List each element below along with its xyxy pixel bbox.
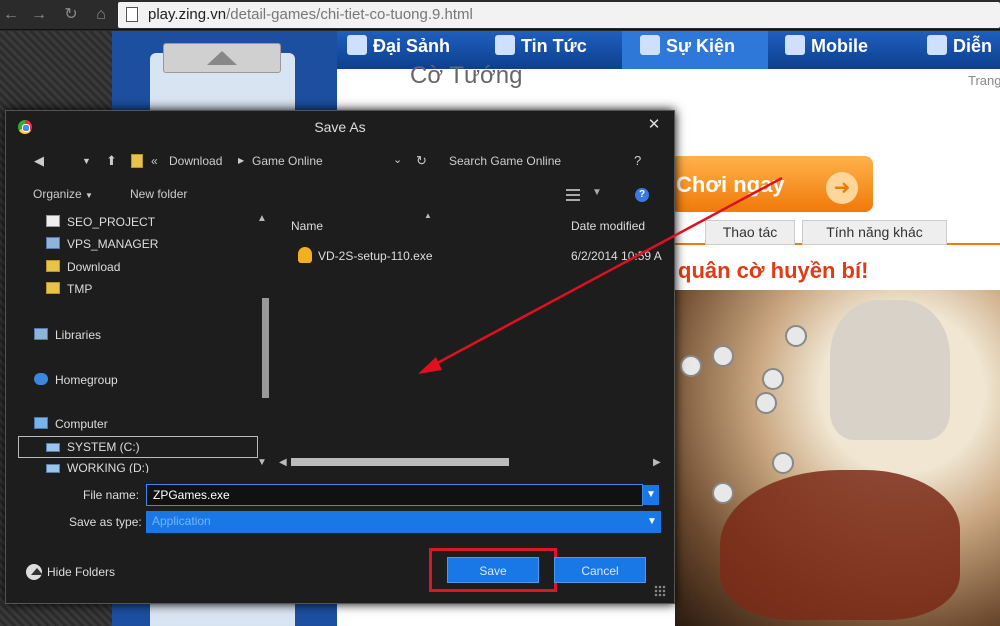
save-as-dialog: Save As ✕ ◀ ▼ ⬆ « Download ▶ Game Online… xyxy=(5,110,675,604)
search-input[interactable]: Search Game Online xyxy=(449,154,561,168)
chevron-down-icon: ▼ xyxy=(85,191,93,200)
play-now-label: Chơi ngay xyxy=(676,172,785,197)
breadcrumb-overflow[interactable]: « xyxy=(151,154,158,168)
scroll-left-icon[interactable]: ◀ xyxy=(279,457,287,468)
scroll-up-icon[interactable]: ▲ xyxy=(257,213,267,224)
dialog-titlebar[interactable]: Save As ✕ xyxy=(6,111,674,143)
recent-dropdown-icon[interactable]: ▼ xyxy=(82,156,91,166)
game-title: Cờ Tướng xyxy=(410,62,523,89)
home-icon[interactable]: ⌂ xyxy=(92,6,110,24)
drive-icon xyxy=(46,464,60,473)
resize-grip[interactable] xyxy=(654,585,666,597)
chat-icon xyxy=(927,35,947,55)
nav-item-libraries[interactable]: Libraries xyxy=(34,328,101,346)
back-icon[interactable]: ← xyxy=(2,6,20,24)
news-icon xyxy=(495,35,515,55)
hscroll-thumb[interactable] xyxy=(291,458,509,466)
search-help[interactable]: ? xyxy=(634,153,641,168)
chevron-down-icon[interactable]: ▼ xyxy=(644,512,660,532)
hide-folders-button[interactable]: Hide Folders xyxy=(26,564,115,580)
folder-white-icon xyxy=(46,215,60,227)
homegroup-icon xyxy=(34,373,48,385)
chevron-down-icon[interactable]: ▼ xyxy=(643,485,659,505)
browser-toolbar: ← → ↻ ⌂ play.zing.vn/detail-games/chi-ti… xyxy=(0,0,1000,30)
nav-item-homegroup[interactable]: Homegroup xyxy=(34,373,118,391)
tab-tinh-nang-khac[interactable]: Tính năng khác xyxy=(802,220,947,245)
page-icon xyxy=(126,7,138,22)
folder-icon xyxy=(46,260,60,272)
nav-item-computer[interactable]: Computer xyxy=(34,417,108,435)
close-icon[interactable]: ✕ xyxy=(646,115,662,133)
file-name-label: File name: xyxy=(83,488,140,502)
breadcrumb-separator-icon: ▶ xyxy=(238,156,245,165)
sort-ascending-icon: ▲ xyxy=(424,211,432,220)
headline: quân cờ huyền bí! xyxy=(678,258,869,283)
organize-button[interactable]: Organize ▼ xyxy=(33,187,93,201)
nav-scroll-thumb[interactable] xyxy=(262,298,269,398)
home-icon xyxy=(347,35,367,55)
scroll-right-icon[interactable]: ▶ xyxy=(653,457,661,468)
nav-mobile[interactable]: Mobile xyxy=(785,35,868,57)
breadcrumb-game-online[interactable]: Game Online xyxy=(252,154,323,168)
file-date: 6/2/2014 10:59 A xyxy=(571,249,662,263)
reload-icon[interactable]: ↻ xyxy=(62,6,80,24)
nav-item-seo-project[interactable]: SEO_PROJECT xyxy=(46,215,155,233)
nav-su-kien[interactable]: Sự Kiện xyxy=(640,35,735,57)
nav-dai-sanh[interactable]: Đại Sảnh xyxy=(347,35,450,57)
cancel-button[interactable]: Cancel xyxy=(554,557,646,583)
exe-file-icon xyxy=(298,247,312,263)
scroll-down-icon[interactable]: ▼ xyxy=(257,457,267,468)
megaphone-icon xyxy=(640,35,660,55)
arrow-right-icon: ➜ xyxy=(826,172,858,204)
file-name-input[interactable] xyxy=(146,484,643,506)
nav-item-download[interactable]: Download xyxy=(46,260,120,278)
collapse-up-icon xyxy=(26,564,43,580)
folder-icon xyxy=(131,154,143,168)
chevron-down-icon[interactable]: ▼ xyxy=(592,187,602,198)
help-icon[interactable]: ? xyxy=(635,188,649,202)
nav-item-tmp[interactable]: TMP xyxy=(46,282,92,300)
column-name[interactable]: Name xyxy=(291,219,323,233)
back-arrow-icon[interactable]: ◀ xyxy=(34,153,44,169)
network-folder-icon xyxy=(46,237,60,249)
view-options-icon[interactable] xyxy=(566,189,580,201)
url-text: play.zing.vn/detail-games/chi-tiet-co-tu… xyxy=(148,6,473,23)
column-date-modified[interactable]: Date modified xyxy=(571,219,645,233)
dialog-toolbar: Organize ▼ New folder ▼ ? xyxy=(6,183,674,207)
save-type-select[interactable]: Application xyxy=(146,511,661,533)
computer-icon xyxy=(34,417,48,429)
drive-icon xyxy=(46,443,60,452)
address-bar[interactable]: play.zing.vn/detail-games/chi-tiet-co-tu… xyxy=(118,2,1000,28)
nav-item-vps-manager[interactable]: VPS_MANAGER xyxy=(46,237,158,255)
folder-icon xyxy=(46,282,60,294)
tab-thao-tac[interactable]: Thao tác xyxy=(705,220,795,245)
nav-tin-tuc[interactable]: Tin Tức xyxy=(495,35,587,57)
refresh-icon[interactable]: ↻ xyxy=(416,153,427,169)
libraries-icon xyxy=(34,328,48,340)
nav-item-system-c[interactable]: SYSTEM (C:) xyxy=(46,440,140,458)
address-breadcrumb: ◀ ▼ ⬆ « Download ▶ Game Online ⌄ ↻ Searc… xyxy=(6,147,674,175)
up-folder-icon[interactable]: ⬆ xyxy=(106,153,117,169)
breadcrumb-download[interactable]: Download xyxy=(169,154,222,168)
new-folder-button[interactable]: New folder xyxy=(130,187,187,201)
save-type-label: Save as type: xyxy=(69,515,142,529)
scroll-up-button[interactable] xyxy=(163,43,281,73)
path-dropdown-icon[interactable]: ⌄ xyxy=(393,153,402,166)
nav-dien-dan[interactable]: Diễn xyxy=(927,35,992,57)
nav-item-working-d[interactable]: WORKING (D:) xyxy=(46,461,149,473)
forward-icon[interactable]: → xyxy=(30,6,48,24)
save-button[interactable]: Save xyxy=(447,557,539,583)
phone-icon xyxy=(785,35,805,55)
breadcrumb-trang[interactable]: Trang xyxy=(968,73,1000,88)
dialog-title: Save As xyxy=(314,119,366,135)
file-row[interactable]: VD-2S-setup-110.exe xyxy=(298,247,433,267)
up-arrow-icon xyxy=(207,51,237,65)
